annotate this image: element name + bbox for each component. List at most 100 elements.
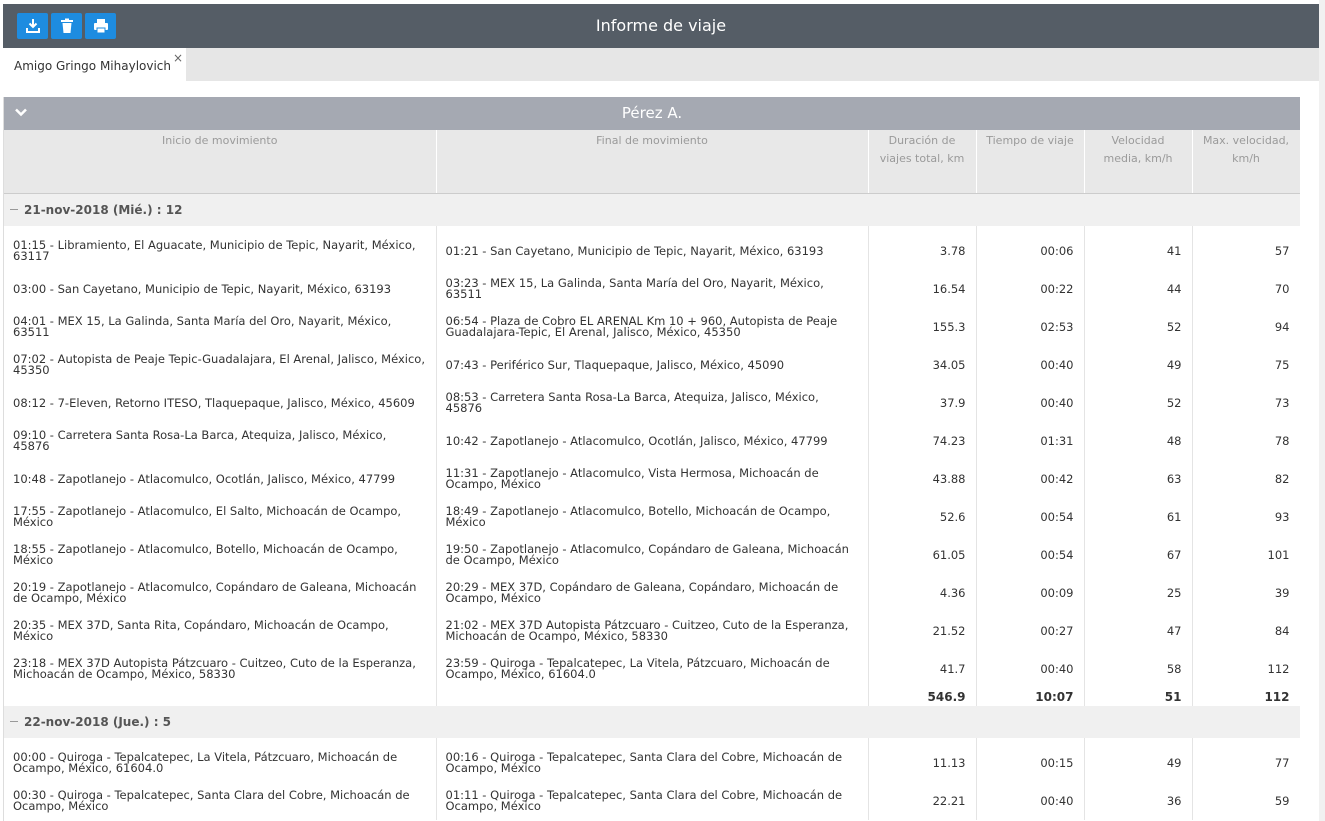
table-row[interactable]: 01:15 - Libramiento, El Aguacate, Munici…: [4, 226, 1300, 270]
cell-time: 02:53: [976, 308, 1085, 346]
cell-distance: 61.05: [868, 536, 977, 574]
tab-unit[interactable]: Amigo Gringo Mihaylovich ×: [3, 48, 186, 81]
table-row[interactable]: 00:00 - Quiroga - Tepalcatepec, La Vitel…: [4, 738, 1300, 782]
table-row[interactable]: 03:00 - San Cayetano, Municipio de Tepic…: [4, 270, 1300, 308]
cell-distance: 74.23: [868, 422, 977, 460]
cell-start: 20:19 - Zapotlanejo - Atlacomulco, Copán…: [4, 574, 437, 612]
collapse-minus-icon[interactable]: [10, 720, 18, 722]
cell-max-speed: 77: [1192, 738, 1300, 782]
group-row[interactable]: 22-nov-2018 (Jue.) : 5: [4, 706, 1300, 738]
cell-max-speed: 94: [1192, 308, 1300, 346]
total-row: 546.9 10:07 51 112: [4, 688, 1300, 706]
cell-end: 23:59 - Quiroga - Tepalcatepec, La Vitel…: [436, 650, 869, 688]
cell-avg-speed: 49: [1084, 346, 1193, 384]
table-row[interactable]: 07:02 - Autopista de Peaje Tepic-Guadala…: [4, 346, 1300, 384]
report-panel: Pérez A. Inicio de movimiento Final de m…: [3, 97, 1300, 821]
cell-distance: 43.88: [868, 460, 977, 498]
cell-time: 00:40: [976, 782, 1085, 820]
cell-end: 01:11 - Quiroga - Tepalcatepec, Santa Cl…: [436, 782, 869, 820]
table-row[interactable]: 18:55 - Zapotlanejo - Atlacomulco, Botel…: [4, 536, 1300, 574]
group-cell[interactable]: 22-nov-2018 (Jue.) : 5: [4, 706, 1300, 738]
cell-end: 20:29 - MEX 37D, Copándaro de Galeana, C…: [436, 574, 869, 612]
cell-distance: 34.05: [868, 346, 977, 384]
total-avg-speed: 51: [1084, 688, 1193, 706]
panel-title: Pérez A.: [621, 104, 683, 122]
report-title: Informe de viaje: [595, 16, 727, 35]
cell-end: 10:42 - Zapotlanejo - Atlacomulco, Ocotl…: [436, 422, 869, 460]
cell-time: 00:27: [976, 612, 1085, 650]
cell-max-speed: 84: [1192, 612, 1300, 650]
cell-end: 07:43 - Periférico Sur, Tlaquepaque, Jal…: [436, 346, 869, 384]
cell-start: 00:00 - Quiroga - Tepalcatepec, La Vitel…: [4, 738, 437, 782]
total-empty-cell: [436, 688, 869, 706]
cell-time: 00:54: [976, 498, 1085, 536]
cell-avg-speed: 52: [1084, 308, 1193, 346]
cell-time: 00:40: [976, 650, 1085, 688]
cell-distance: 52.6: [868, 498, 977, 536]
cell-avg-speed: 25: [1084, 574, 1193, 612]
cell-end: 18:49 - Zapotlanejo - Atlacomulco, Botel…: [436, 498, 869, 536]
cell-end: 03:23 - MEX 15, La Galinda, Santa María …: [436, 270, 869, 308]
cell-distance: 11.13: [868, 738, 977, 782]
cell-end: 01:21 - San Cayetano, Municipio de Tepic…: [436, 226, 869, 270]
table-row[interactable]: 20:19 - Zapotlanejo - Atlacomulco, Copán…: [4, 574, 1300, 612]
panel-header[interactable]: Pérez A.: [4, 97, 1300, 130]
cell-start: 00:30 - Quiroga - Tepalcatepec, Santa Cl…: [4, 782, 437, 820]
cell-start: 07:02 - Autopista de Peaje Tepic-Guadala…: [4, 346, 437, 384]
tab-bar: Amigo Gringo Mihaylovich ×: [3, 48, 1319, 81]
group-label: 22-nov-2018 (Jue.) : 5: [24, 714, 172, 729]
print-button[interactable]: [85, 13, 116, 39]
cell-time: 00:40: [976, 384, 1085, 422]
close-tab-icon[interactable]: ×: [173, 40, 183, 76]
group-row[interactable]: 21-nov-2018 (Mié.) : 12: [4, 193, 1300, 226]
column-header-avg-speed: Velocidad media, km/h: [1084, 130, 1193, 194]
cell-start: 04:01 - MEX 15, La Galinda, Santa María …: [4, 308, 437, 346]
cell-time: 00:40: [976, 346, 1085, 384]
cell-max-speed: 57: [1192, 226, 1300, 270]
cell-max-speed: 70: [1192, 270, 1300, 308]
toolbar-actions: [17, 13, 116, 39]
cell-max-speed: 93: [1192, 498, 1300, 536]
cell-start: 03:00 - San Cayetano, Municipio de Tepic…: [4, 270, 437, 308]
cell-distance: 16.54: [868, 270, 977, 308]
collapse-minus-icon[interactable]: [10, 208, 18, 210]
cell-distance: 41.7: [868, 650, 977, 688]
total-max-speed: 112: [1192, 688, 1300, 706]
group-cell[interactable]: 21-nov-2018 (Mié.) : 12: [4, 193, 1300, 226]
cell-start: 20:35 - MEX 37D, Santa Rita, Copándaro, …: [4, 612, 437, 650]
cell-time: 00:54: [976, 536, 1085, 574]
table-row[interactable]: 08:12 - 7-Eleven, Retorno ITESO, Tlaquep…: [4, 384, 1300, 422]
cell-avg-speed: 63: [1084, 460, 1193, 498]
table-row[interactable]: 17:55 - Zapotlanejo - Atlacomulco, El Sa…: [4, 498, 1300, 536]
cell-max-speed: 101: [1192, 536, 1300, 574]
table-row[interactable]: 04:01 - MEX 15, La Galinda, Santa María …: [4, 308, 1300, 346]
cell-avg-speed: 41: [1084, 226, 1193, 270]
cell-max-speed: 39: [1192, 574, 1300, 612]
cell-avg-speed: 49: [1084, 738, 1193, 782]
delete-button[interactable]: [51, 13, 82, 39]
download-button[interactable]: [17, 13, 48, 39]
table-row[interactable]: 20:35 - MEX 37D, Santa Rita, Copándaro, …: [4, 612, 1300, 650]
cell-time: 01:31: [976, 422, 1085, 460]
cell-max-speed: 112: [1192, 650, 1300, 688]
table-row[interactable]: 10:48 - Zapotlanejo - Atlacomulco, Ocotl…: [4, 460, 1300, 498]
column-header-end: Final de movimiento: [436, 130, 869, 194]
table-row[interactable]: 23:18 - MEX 37D Autopista Pátzcuaro - Cu…: [4, 650, 1300, 688]
table-row[interactable]: 00:30 - Quiroga - Tepalcatepec, Santa Cl…: [4, 782, 1300, 820]
cell-end: 11:31 - Zapotlanejo - Atlacomulco, Vista…: [436, 460, 869, 498]
cell-distance: 21.52: [868, 612, 977, 650]
cell-time: 00:09: [976, 574, 1085, 612]
cell-start: 18:55 - Zapotlanejo - Atlacomulco, Botel…: [4, 536, 437, 574]
column-header-max-speed: Max. velocidad, km/h: [1192, 130, 1300, 194]
trips-table: Inicio de movimiento Final de movimiento…: [4, 130, 1300, 820]
cell-start: 08:12 - 7-Eleven, Retorno ITESO, Tlaquep…: [4, 384, 437, 422]
table-row[interactable]: 09:10 - Carretera Santa Rosa-La Barca, A…: [4, 422, 1300, 460]
cell-distance: 22.21: [868, 782, 977, 820]
table-header-row: Inicio de movimiento Final de movimiento…: [4, 130, 1300, 194]
scrollbar[interactable]: [1319, 0, 1325, 821]
cell-end: 19:50 - Zapotlanejo - Atlacomulco, Copán…: [436, 536, 869, 574]
cell-end: 06:54 - Plaza de Cobro EL ARENAL Km 10 +…: [436, 308, 869, 346]
cell-distance: 3.78: [868, 226, 977, 270]
cell-start: 17:55 - Zapotlanejo - Atlacomulco, El Sa…: [4, 498, 437, 536]
total-empty-cell: [4, 688, 437, 706]
